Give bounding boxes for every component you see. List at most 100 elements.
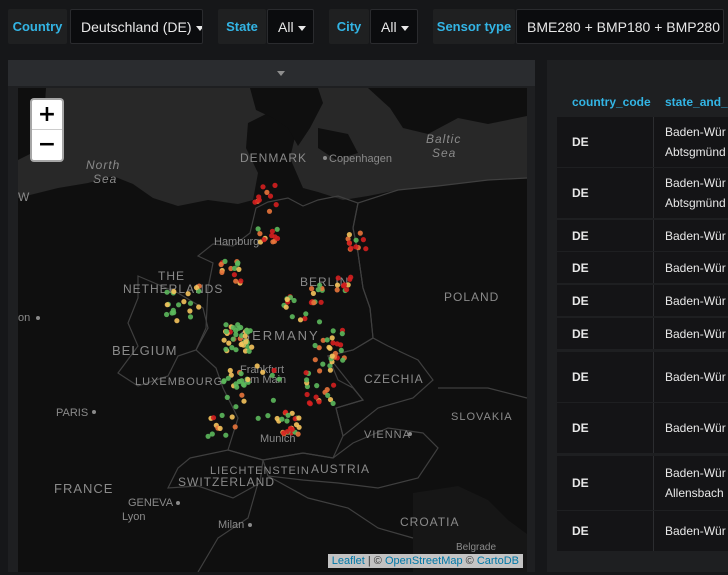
sensor-marker[interactable] [327,345,333,351]
sensor-marker[interactable] [223,346,229,352]
sensor-marker[interactable] [226,340,232,346]
sensor-marker[interactable] [260,369,266,375]
table-row[interactable]: DE Baden-Wür Allensbach [557,456,728,510]
sensor-marker[interactable] [315,287,321,293]
sensor-marker[interactable] [230,336,236,342]
sensor-marker[interactable] [227,367,233,374]
sensor-marker[interactable] [271,367,277,373]
table-row[interactable]: DE Baden-Wür [557,252,728,283]
sensor-marker[interactable] [338,342,344,348]
sensor-marker[interactable] [284,418,290,424]
sensor-marker[interactable] [209,431,215,437]
table-row[interactable]: DE Baden-Wür Abtsgmünd [557,168,728,218]
sensor-marker[interactable] [218,261,224,268]
sensor-marker[interactable] [270,397,276,403]
sensor-marker[interactable] [234,261,241,267]
sensor-marker[interactable] [296,415,302,421]
sensor-marker[interactable] [353,237,359,243]
table-row[interactable]: DE Baden-Wür [557,511,728,551]
sensor-marker[interactable] [341,282,347,288]
sensor-marker[interactable] [287,425,293,432]
sensor-marker[interactable] [181,299,187,305]
sensor-marker[interactable] [241,382,247,388]
sensor-marker[interactable] [317,282,323,288]
sensor-marker[interactable] [330,328,336,334]
sensor-marker[interactable] [266,208,273,214]
table-row[interactable]: DE Baden-Wür [557,318,728,349]
table-row[interactable]: DE Baden-Wür [557,352,728,402]
country-filter-select[interactable]: Deutschland (DE) [70,9,203,44]
sensor-marker[interactable] [334,287,340,293]
sensor-marker[interactable] [281,430,287,436]
sensor-marker[interactable] [348,274,354,280]
sensor-marker[interactable] [238,324,244,331]
sensor-marker[interactable] [245,376,251,383]
sensor-marker[interactable] [233,278,239,284]
sensor-marker[interactable] [353,244,359,250]
table-row[interactable]: DE Baden-Wür [557,403,728,453]
collapse-arrow-icon[interactable] [277,71,285,76]
sensor-marker[interactable] [285,412,291,418]
sensor-marker[interactable] [302,316,308,322]
sensor-marker[interactable] [330,340,336,346]
sensor-marker[interactable] [303,311,309,317]
sensor-marker[interactable] [238,278,244,284]
sensor-marker[interactable] [338,347,344,353]
sensor-marker[interactable] [329,335,335,341]
table-row[interactable]: DE Baden-Wür Abtsgmünd [557,117,728,167]
sensor-marker[interactable] [312,357,318,363]
sensor-marker[interactable] [164,289,170,295]
sensor-marker[interactable] [234,384,240,390]
sensor-marker[interactable] [210,415,217,421]
sensor-marker[interactable] [232,265,238,271]
sensor-marker[interactable] [316,319,323,325]
sensor-marker[interactable] [324,337,330,343]
sensor-marker[interactable] [297,317,304,323]
sensor-map[interactable]: DENMARK Copenhagen North Sea Baltic Sea … [18,88,527,572]
sensor-marker[interactable] [185,291,191,297]
sensor-marker[interactable] [231,272,237,278]
zoom-in-button[interactable]: + [32,100,62,130]
sensor-marker[interactable] [236,266,242,272]
sensor-marker[interactable] [238,371,244,377]
sensor-marker[interactable] [313,394,319,400]
leaflet-link[interactable]: Leaflet [332,555,365,567]
openstreetmap-link[interactable]: OpenStreetMap [385,555,463,567]
sensor-marker[interactable] [233,347,239,353]
sensor-marker[interactable] [283,304,289,310]
sensor-marker[interactable] [267,193,274,199]
sensor-marker[interactable] [187,300,194,306]
sensor-marker[interactable] [239,392,245,398]
column-header-state[interactable]: state_and_ [665,90,728,114]
sensor-marker[interactable] [164,311,170,318]
sensor-marker[interactable] [312,342,318,349]
sensor-marker[interactable] [257,231,263,237]
sensor-marker[interactable] [309,286,315,292]
sensor-marker[interactable] [260,184,266,190]
sensor-marker[interactable] [219,412,225,418]
table-row[interactable]: DE Baden-Wür [557,220,728,251]
sensor-marker[interactable] [223,322,229,328]
city-filter-select[interactable]: All [370,9,418,44]
zoom-out-button[interactable]: − [32,130,62,160]
sensor-marker[interactable] [272,182,278,188]
sensor-marker[interactable] [221,337,227,343]
sensor-marker[interactable] [255,415,261,421]
sensor-marker[interactable] [327,367,333,373]
sensor-marker[interactable] [346,232,352,238]
sensor-marker[interactable] [276,376,282,382]
sensor-marker[interactable] [176,302,182,308]
sensor-marker[interactable] [274,235,281,242]
sensor-marker[interactable] [187,308,193,314]
sensor-marker[interactable] [273,202,279,208]
sensor-marker[interactable] [229,414,235,420]
sensor-marker[interactable] [363,246,369,252]
sensor-marker[interactable] [169,310,175,316]
sensor-marker[interactable] [318,299,324,305]
cartodb-link[interactable]: CartoDB [477,555,519,567]
sensor-marker[interactable] [330,400,336,406]
sensor-marker[interactable] [344,287,350,293]
sensor-marker[interactable] [238,341,244,348]
sensor-marker[interactable] [314,383,320,389]
sensor-marker[interactable] [325,392,331,398]
